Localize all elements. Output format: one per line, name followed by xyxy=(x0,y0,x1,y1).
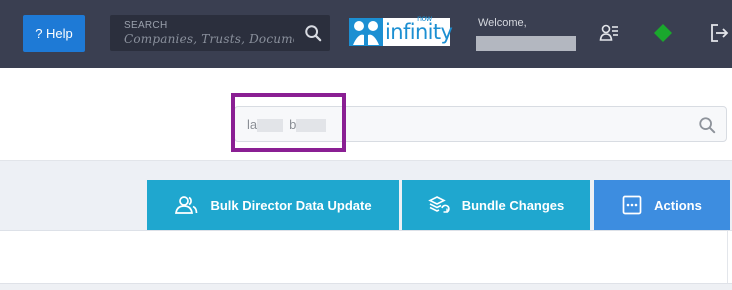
content-row xyxy=(0,283,732,290)
actions-button[interactable]: Actions xyxy=(594,180,730,230)
bundle-changes-button[interactable]: Bundle Changes xyxy=(402,180,590,230)
global-search-input[interactable]: SEARCH Companies, Trusts, Documents xyxy=(110,15,330,51)
bulk-director-data-update-button[interactable]: Bulk Director Data Update xyxy=(147,180,399,230)
divider xyxy=(727,231,728,290)
highlight-box xyxy=(231,93,346,152)
search-icon[interactable] xyxy=(304,24,322,42)
more-options-icon xyxy=(622,195,642,215)
search-label: SEARCH xyxy=(124,20,168,31)
search-icon[interactable] xyxy=(698,116,716,134)
users-icon xyxy=(175,196,198,214)
logout-icon[interactable] xyxy=(708,22,730,44)
layers-sync-icon xyxy=(427,196,450,213)
user-list-icon[interactable] xyxy=(598,22,620,44)
diamond-icon[interactable] xyxy=(652,22,674,44)
bulk-label: Bulk Director Data Update xyxy=(210,197,372,213)
redacted-user-name xyxy=(476,36,576,51)
now-infinity-logo[interactable]: now infinity xyxy=(349,14,453,46)
logo-wordmark: now infinity xyxy=(385,14,453,44)
help-button[interactable]: ? Help xyxy=(23,15,85,52)
search-placeholder: Companies, Trusts, Documents xyxy=(124,32,294,46)
welcome-text: Welcome, xyxy=(478,17,527,29)
bundle-label: Bundle Changes xyxy=(461,197,565,213)
actions-label: Actions xyxy=(654,197,702,213)
logo-figures-icon xyxy=(349,18,383,46)
